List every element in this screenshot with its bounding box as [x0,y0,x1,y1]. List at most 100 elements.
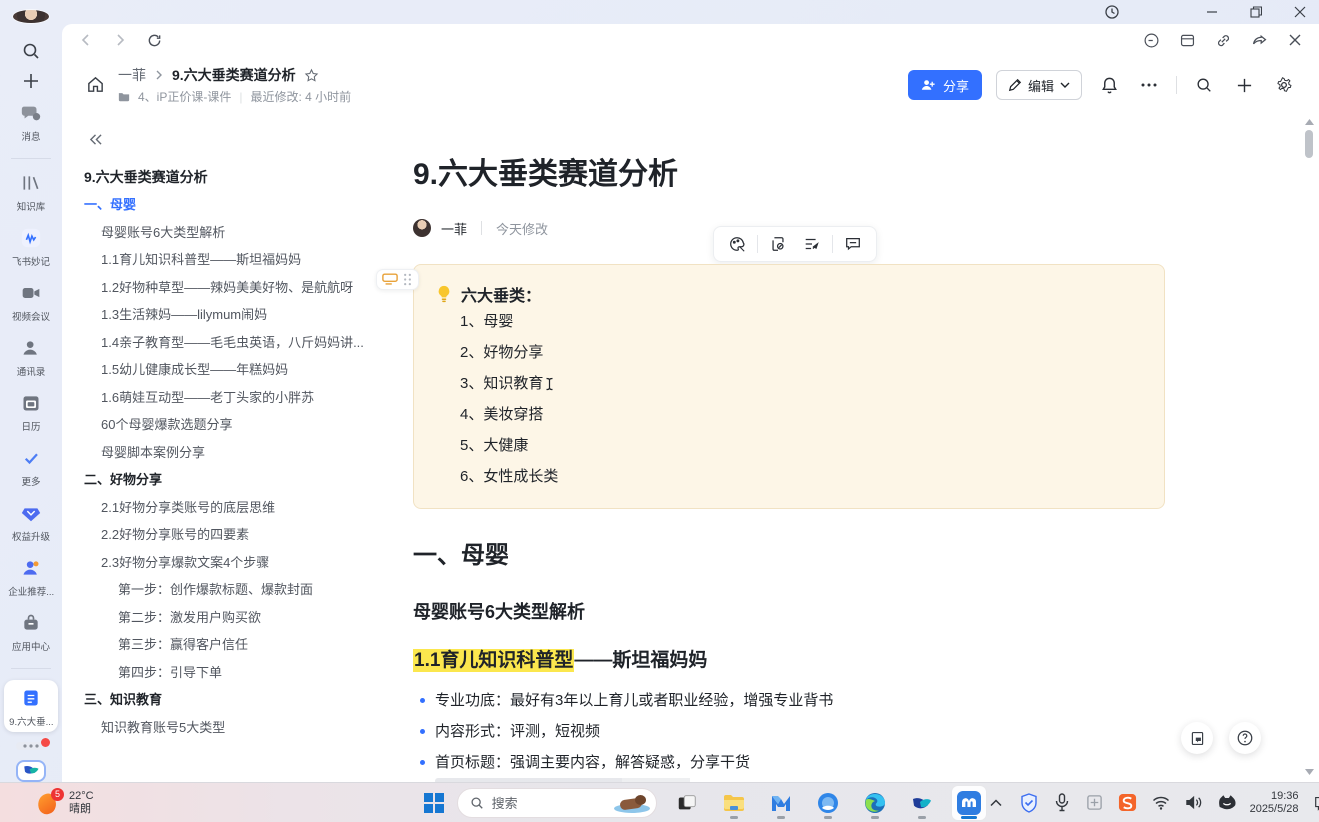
callout-list-item[interactable]: 2、好物分享 [436,337,1144,368]
refresh-icon[interactable] [142,28,166,52]
close-window-button[interactable] [1291,3,1309,21]
bullet-item[interactable]: 首页标题：强调主要内容，解答疑惑，分享干货 [413,747,1165,778]
outline-item[interactable]: 母婴脚本案例分享 [84,439,366,467]
outline-item[interactable]: 二、好物分享 [84,466,366,494]
share-button[interactable]: 分享 [908,70,982,100]
gear-icon[interactable] [1271,72,1297,98]
sidebar-item-more[interactable]: 更多 [2,446,60,488]
share-arrow-icon[interactable] [1247,28,1271,52]
callout-list-item[interactable]: 4、美妆穿搭 [436,399,1144,430]
feishu-app-icon[interactable] [905,786,939,820]
feishu-logo-icon[interactable] [16,760,46,782]
restore-button[interactable] [1247,3,1265,21]
outline-item[interactable]: 第三步：赢得客户信任 [84,631,366,659]
outline-item[interactable]: 1.6萌娃互动型——老丁头家的小胖苏 [84,384,366,412]
tray-clock[interactable]: 19:36 2025/5/28 [1250,790,1299,816]
bullet-item[interactable]: 内容形式：评测，短视频 [413,716,1165,747]
sidebar-item-upgrade[interactable]: 权益升级 [2,501,60,543]
callout-list-item[interactable]: 6、女性成长类 [436,461,1144,492]
edit-button[interactable]: 编辑 [996,70,1082,100]
sidebar-item-wiki[interactable]: 知识库 [2,171,60,213]
outline-item[interactable]: 2.3好物分享爆款文案4个步骤 [84,549,366,577]
heading-6-types[interactable]: 母婴账号6大类型解析 [413,599,1165,625]
outline-item[interactable]: 母婴账号6大类型解析 [84,219,366,247]
active-app-icon[interactable] [952,786,986,820]
window-card-icon[interactable] [1175,28,1199,52]
outline-item[interactable]: 三、知识教育 [84,686,366,714]
block-handle[interactable] [376,269,419,290]
sogou-icon[interactable] [1118,792,1138,814]
outline-item[interactable]: 第二步：激发用户购买欲 [84,604,366,632]
outline-item[interactable]: 1.4亲子教育型——毛毛虫英语，八斤妈妈讲... [84,329,366,357]
star-icon[interactable] [304,68,319,83]
home-icon[interactable] [80,69,110,99]
author-avatar[interactable] [413,219,431,237]
rail-doc-shortcut[interactable]: 9.六大垂... [4,680,58,732]
rail-more-dots[interactable] [16,742,46,750]
bullet-item[interactable]: 专业功底：最好有3年以上育儿或者职业经验，增强专业背书 [413,685,1165,716]
outline-doc-title[interactable]: 9.六大垂类赛道分析 [84,164,366,191]
bell-icon[interactable] [1096,72,1122,98]
outline-item[interactable]: 知识教育账号5大类型 [84,714,366,742]
outline-item[interactable]: 1.5幼儿健康成长型——年糕妈妈 [84,356,366,384]
scroll-up-icon[interactable] [1305,116,1314,128]
sidebar-item-appcenter[interactable]: 应用中心 [2,611,60,653]
callout-list-item[interactable]: 5、大健康 [436,430,1144,461]
microphone-icon[interactable] [1052,792,1072,814]
task-view-button[interactable] [670,786,704,820]
copy-link-icon[interactable] [1211,28,1235,52]
create-plus-icon[interactable] [14,71,48,91]
file-explorer-icon[interactable] [717,786,751,820]
help-button[interactable] [1229,722,1261,754]
outline-item[interactable]: 2.1好物分享类账号的底层思维 [84,494,366,522]
windows-start-button[interactable] [424,793,444,813]
history-icon[interactable] [1103,3,1121,21]
outline-item[interactable]: 一、母婴 [84,191,366,219]
folder-name[interactable]: 4、iP正价课-课件 [138,88,231,105]
outline-item[interactable]: 60个母婴爆款选题分享 [84,411,366,439]
outline-item[interactable]: 第四步：引导下单 [84,659,366,687]
catalog-toggle-button[interactable] [1181,722,1213,754]
user-avatar[interactable] [13,10,49,23]
security-shield-icon[interactable] [1019,792,1039,814]
outline-item[interactable]: 1.1育儿知识科普型——斯坦福妈妈 [84,246,366,274]
outline-item[interactable]: 1.3生活辣妈——lilymum闹妈 [84,301,366,329]
sidebar-item-minutes[interactable]: 飞书妙记 [2,226,60,268]
close-tab-icon[interactable] [1283,28,1307,52]
heading-1-1[interactable]: 1.1育儿知识科普型——斯坦福妈妈 [413,647,1165,675]
edge-browser-icon[interactable] [858,786,892,820]
tray-expand-chevron[interactable] [986,792,1006,814]
browser-circle-icon[interactable] [811,786,845,820]
sidebar-item-calendar[interactable]: 日历 [2,391,60,433]
doc-title[interactable]: 9.六大垂类赛道分析 [413,154,1165,196]
outline-item[interactable]: 1.2好物种草型——辣妈美美好物、是航航呀 [84,274,366,302]
callout-list-item[interactable]: 3、知识教育 [436,368,1144,399]
ime-icon[interactable] [1217,792,1237,814]
forward-icon[interactable] [108,28,132,52]
sidebar-item-meetings[interactable]: 视频会议 [2,281,60,323]
comment-icon[interactable] [836,229,870,259]
page-link-icon[interactable] [761,229,795,259]
new-tab-plus-icon[interactable] [1231,72,1257,98]
outline-item[interactable]: 第一步：创作爆款标题、爆款封面 [84,576,366,604]
notification-dnd-icon[interactable] [1312,792,1319,814]
collapse-outline-icon[interactable] [84,128,106,150]
scroll-down-icon[interactable] [1305,766,1314,778]
wifi-icon[interactable] [1151,792,1171,814]
volume-icon[interactable] [1184,792,1204,814]
search-doc-icon[interactable] [1191,72,1217,98]
theme-palette-icon[interactable] [720,229,754,259]
author-name[interactable]: 一菲 [441,219,467,238]
breadcrumb-workspace[interactable]: 一菲 [118,65,146,85]
callout-list-item[interactable]: 1、母婴 [436,306,1144,337]
sidebar-item-messages[interactable]: 消息 [2,101,60,143]
scrollbar-thumb[interactable] [1305,130,1313,158]
m-app-icon[interactable] [764,786,798,820]
callout-title[interactable]: 六大垂类： [461,282,541,306]
vertical-scrollbar[interactable] [1302,116,1316,778]
search-icon[interactable] [14,41,48,61]
breadcrumb-doc-title[interactable]: 9.六大垂类赛道分析 [172,65,296,85]
back-icon[interactable] [74,28,98,52]
snip-crosshair-icon[interactable] [1085,792,1105,814]
outline-item[interactable]: 2.2好物分享账号的四要素 [84,521,366,549]
